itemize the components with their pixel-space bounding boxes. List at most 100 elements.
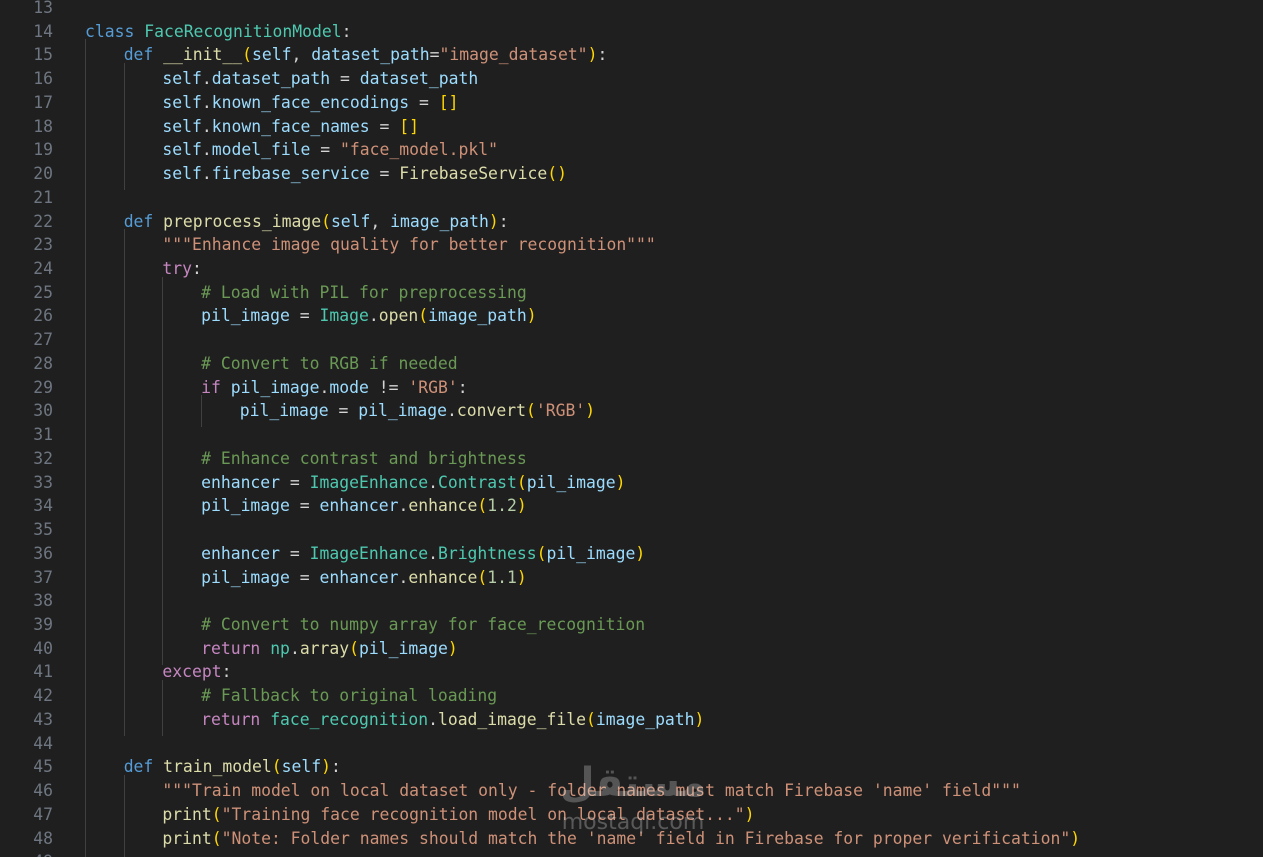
code-line[interactable]: 32 # Enhance contrast and brightness xyxy=(0,442,1263,475)
line-number: 32 xyxy=(33,448,53,468)
code-token: def xyxy=(123,45,154,65)
line-number: 30 xyxy=(33,401,53,421)
code-token: pil_image xyxy=(239,401,329,421)
code-token: ) xyxy=(526,306,537,326)
code-line[interactable]: 44 xyxy=(0,727,1263,760)
code-line[interactable]: 18 self.known_face_names = [] xyxy=(0,110,1263,143)
code-token: : xyxy=(192,259,202,279)
code-token: FirebaseService xyxy=(399,164,548,184)
code-line[interactable]: 39 # Convert to numpy array for face_reco… xyxy=(0,608,1263,641)
code-token: enhance xyxy=(408,567,478,587)
code-line[interactable]: 34 pil_image = enhancer.enhance(1.2) xyxy=(0,490,1263,523)
code-token: ) xyxy=(447,638,458,658)
code-token: = xyxy=(289,567,320,587)
code-line[interactable]: 42 # Fallback to original loading xyxy=(0,680,1263,713)
line-number: 39 xyxy=(33,614,53,634)
code-line[interactable]: 26 pil_image = Image.open(image_path) xyxy=(0,300,1263,333)
code-text: # Convert to RGB if needed xyxy=(201,352,458,376)
code-line[interactable]: 21 xyxy=(0,181,1263,214)
line-number: 38 xyxy=(33,591,53,611)
code-line[interactable]: 38 xyxy=(0,585,1263,618)
code-line[interactable]: 46 """Train model on local dataset only -… xyxy=(0,775,1263,808)
code-line[interactable]: 14 class FaceRecognitionModel: xyxy=(0,20,1263,44)
code-line[interactable]: 15 def __init__(self, dataset_path="image… xyxy=(0,39,1263,72)
code-token: enhancer xyxy=(201,472,281,492)
code-line[interactable]: 29 if pil_image.mode != 'RGB': xyxy=(0,371,1263,404)
code-line[interactable]: 13 xyxy=(0,0,1263,20)
line-number: 44 xyxy=(33,733,53,753)
code-token: preprocess_image xyxy=(163,211,322,231)
code-token: """Train model on local dataset only - f… xyxy=(162,781,1021,801)
code-line[interactable]: 47 print("Training face recognition model… xyxy=(0,798,1263,831)
code-token: 'RGB' xyxy=(408,377,458,397)
line-number: 19 xyxy=(33,140,53,160)
code-token: self xyxy=(162,164,202,184)
code-token: print xyxy=(162,804,212,824)
code-token: dataset_path xyxy=(211,69,331,89)
code-line[interactable]: 49 xyxy=(0,846,1263,857)
code-token: enhancer xyxy=(319,567,399,587)
code-token: # Convert to numpy array for face_recogn… xyxy=(201,614,646,634)
line-number: 23 xyxy=(33,235,53,255)
code-line[interactable]: 28 # Convert to RGB if needed xyxy=(0,347,1263,380)
code-line[interactable]: 16 self.dataset_path = dataset_path xyxy=(0,63,1263,96)
code-line[interactable]: 41 except: xyxy=(0,656,1263,689)
code-line[interactable]: 24 try: xyxy=(0,253,1263,286)
code-token: = xyxy=(369,164,400,184)
code-token: 1.2 xyxy=(487,496,517,516)
line-number: 20 xyxy=(33,164,53,184)
code-text: def preprocess_image(self, image_path): xyxy=(124,210,509,234)
code-line[interactable]: 27 xyxy=(0,324,1263,357)
code-line[interactable]: 45 def train_model(self): xyxy=(0,751,1263,784)
code-token: , xyxy=(370,211,391,231)
code-token: pil_image xyxy=(358,401,448,421)
code-line[interactable]: 22 def preprocess_image(self, image_path)… xyxy=(0,205,1263,238)
code-token: : xyxy=(221,662,232,682)
code-token: pil_image xyxy=(546,543,636,563)
code-line[interactable]: 35 xyxy=(0,514,1263,547)
code-token: self xyxy=(162,140,202,160)
code-token: : xyxy=(341,21,352,41)
code-token: firebase_service xyxy=(211,164,370,184)
code-line[interactable]: 17 self.known_face_encodings = [] xyxy=(0,86,1263,119)
code-line[interactable]: 37 pil_image = enhancer.enhance(1.1) xyxy=(0,561,1263,594)
code-text: return face_recognition.load_image_file(… xyxy=(201,708,704,732)
code-token: ImageEnhance xyxy=(309,472,429,492)
line-number: 31 xyxy=(33,425,53,445)
code-line[interactable]: 36 enhancer = ImageEnhance.Brightness(pil… xyxy=(0,537,1263,570)
code-token: ( xyxy=(321,211,331,231)
code-text: """Enhance image quality for better reco… xyxy=(162,233,655,257)
code-line[interactable]: 48 print("Note: Folder names should match… xyxy=(0,822,1263,855)
code-token: pil_image xyxy=(201,496,290,516)
code-text: enhancer = ImageEnhance.Brightness(pil_i… xyxy=(201,542,645,566)
code-token: ( xyxy=(516,472,527,492)
line-number: 13 xyxy=(33,0,53,17)
line-number: 42 xyxy=(33,686,53,706)
code-line[interactable]: 40 return np.array(pil_image) xyxy=(0,632,1263,665)
code-line[interactable]: 20 self.firebase_service = FirebaseServic… xyxy=(0,158,1263,191)
code-line[interactable]: 31 xyxy=(0,419,1263,452)
code-token: """Enhance image quality for better reco… xyxy=(162,235,656,255)
code-token: . xyxy=(289,638,300,658)
code-token: "Training face recognition model on loca… xyxy=(221,804,745,824)
code-line[interactable]: 19 self.model_file = "face_model.pkl" xyxy=(0,134,1263,167)
code-token: enhance xyxy=(408,496,478,516)
code-token: [] xyxy=(399,116,419,136)
code-line[interactable]: 30 pil_image = pil_image.convert('RGB') xyxy=(0,395,1263,428)
line-number: 34 xyxy=(33,496,53,516)
line-number: 24 xyxy=(33,259,53,279)
code-token: = xyxy=(409,92,439,112)
code-token: 1.1 xyxy=(487,567,517,587)
code-token: ( xyxy=(211,828,222,848)
code-line[interactable]: 25 # Load with PIL for preprocessing xyxy=(0,276,1263,309)
code-token: . xyxy=(428,709,438,729)
code-line[interactable]: 23 """Enhance image quality for better re… xyxy=(0,229,1263,262)
code-editor[interactable]: 13 14 class FaceRecognitionModel: 15 def __i… xyxy=(0,0,1263,857)
code-token: ImageEnhance xyxy=(309,543,429,563)
code-line[interactable]: 33 enhancer = ImageEnhance.Contrast(pil_i… xyxy=(0,466,1263,499)
code-text: class FaceRecognitionModel: xyxy=(85,20,351,44)
code-line[interactable]: 43 return face_recognition.load_image_fil… xyxy=(0,703,1263,736)
code-token: known_face_names xyxy=(211,116,370,136)
